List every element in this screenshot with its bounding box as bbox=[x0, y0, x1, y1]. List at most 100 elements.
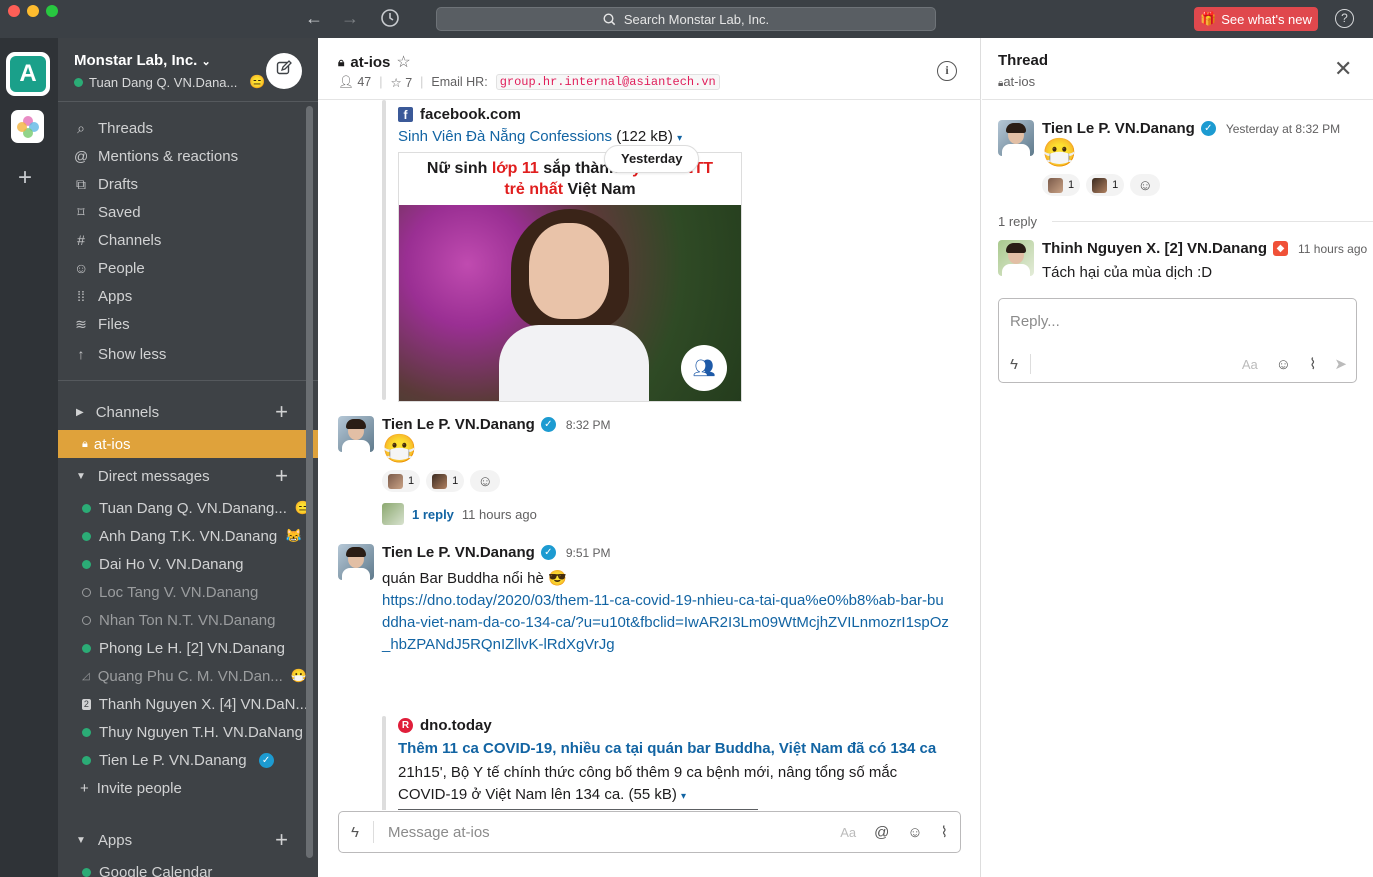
sidebar-item-apps[interactable]: ⁞⁞ Apps bbox=[58, 282, 308, 310]
message-list[interactable]: f facebook.com Sinh Viên Đà Nẵng Confess… bbox=[318, 100, 981, 810]
dm-item[interactable]: Tuan Dang Q. VN.Danang... 😑 bbox=[58, 494, 308, 522]
attachment-clip-icon[interactable]: ⌇ bbox=[1309, 355, 1316, 373]
sidebar-app-google-calendar[interactable]: Google Calendar bbox=[58, 858, 308, 877]
dm-name: Thuy Nguyen T.H. VN.DaNang bbox=[99, 723, 303, 741]
thread-parent-message[interactable]: Tien Le P. VN.Danang ✓ Yesterday at 8:32… bbox=[998, 120, 1358, 200]
lightning-icon[interactable]: ϟ bbox=[351, 824, 359, 841]
add-workspace-icon[interactable]: + bbox=[18, 166, 32, 190]
avatar[interactable] bbox=[338, 544, 374, 580]
dm-item[interactable]: Tien Le P. VN.Danang ✓ bbox=[58, 746, 308, 774]
close-icon[interactable]: ✕ bbox=[1334, 58, 1352, 80]
sidebar-channel-at-ios[interactable]: 🔒︎ at-ios bbox=[58, 430, 318, 458]
history-icon[interactable] bbox=[380, 8, 400, 32]
caret-down-icon[interactable]: ▾ bbox=[677, 133, 682, 144]
team-name[interactable]: Monstar Lab, Inc. ⌄ bbox=[74, 52, 211, 69]
dm-item[interactable]: 2 Thanh Nguyen X. [4] VN.DaN... bbox=[58, 690, 308, 718]
add-dm-icon[interactable]: + bbox=[275, 463, 288, 489]
dm-item[interactable]: Anh Dang T.K. VN.Danang 😹 bbox=[58, 522, 308, 550]
avatar[interactable] bbox=[338, 416, 374, 452]
date-divider[interactable]: Yesterday bbox=[604, 145, 700, 173]
attachment-source: f facebook.com bbox=[398, 106, 521, 123]
sidebar-item-saved[interactable]: ⌑ Saved bbox=[58, 198, 308, 226]
channel-title[interactable]: 🔒︎ at-ios ☆ bbox=[338, 52, 411, 72]
thread-reply-composer[interactable]: Reply... ϟ Aa ☺ ⌇ ➤ bbox=[998, 298, 1357, 383]
sidebar-item-drafts[interactable]: ⧉ Drafts bbox=[58, 170, 308, 198]
forward-arrow-icon[interactable]: → bbox=[341, 8, 359, 28]
attachment-title-link[interactable]: Sinh Viên Đà Nẵng Confessions (122 kB) ▾ bbox=[398, 128, 682, 145]
dm-item[interactable]: Phong Le H. [2] VN.Danang bbox=[58, 634, 308, 662]
format-text-icon[interactable]: Aa bbox=[840, 825, 856, 840]
dno-logo-icon: R bbox=[398, 718, 413, 733]
sidebar-scrollbar[interactable] bbox=[306, 106, 313, 858]
channels-section-header[interactable]: ▶ Channels + bbox=[58, 398, 308, 426]
workspace-secondary[interactable] bbox=[11, 110, 44, 143]
apps-section-header[interactable]: ▼ Apps + bbox=[58, 826, 308, 854]
reaction-chip[interactable]: 1 bbox=[1086, 174, 1125, 196]
timestamp[interactable]: 8:32 PM bbox=[566, 418, 611, 432]
dm-item[interactable]: Dai Ho V. VN.Danang bbox=[58, 550, 308, 578]
pins-button[interactable]: ☆ 7 bbox=[391, 75, 413, 90]
message-link[interactable]: https://dno.today/2020/03/them-11-ca-cov… bbox=[382, 590, 952, 656]
back-arrow-icon[interactable]: ← bbox=[305, 8, 323, 28]
attachment-image[interactable] bbox=[398, 809, 758, 810]
message-item[interactable]: Tien Le P. VN.Danang ✓ 9:51 PM quán Bar … bbox=[338, 544, 958, 674]
workspace-monstar-lab[interactable]: A bbox=[6, 52, 50, 96]
caret-down-icon[interactable]: ▾ bbox=[681, 791, 686, 802]
add-reaction-icon[interactable]: ☺ bbox=[470, 470, 501, 492]
message-item[interactable]: Tien Le P. VN.Danang ✓ 8:32 PM 😷 1 1 ☺ 1… bbox=[338, 416, 958, 528]
mention-icon[interactable]: @ bbox=[874, 824, 889, 841]
timestamp[interactable]: 11 hours ago bbox=[1298, 242, 1367, 256]
timestamp[interactable]: 9:51 PM bbox=[566, 546, 611, 560]
reaction-chip[interactable]: 1 bbox=[382, 470, 421, 492]
sidebar-item-mentions[interactable]: @ Mentions & reactions bbox=[58, 142, 308, 170]
emoji-icon[interactable]: ☺ bbox=[1276, 356, 1291, 373]
author-name[interactable]: Tien Le P. VN.Danang bbox=[1042, 120, 1195, 137]
sidebar-item-people[interactable]: ☺ People bbox=[58, 254, 308, 282]
lightning-icon[interactable]: ϟ bbox=[1010, 356, 1018, 373]
reaction-chip[interactable]: 1 bbox=[426, 470, 465, 492]
dm-item[interactable]: Thuy Nguyen T.H. VN.DaNang bbox=[58, 718, 308, 746]
help-icon[interactable]: ? bbox=[1335, 9, 1354, 28]
message-text: quán Bar Buddha nổi hè 😎 bbox=[382, 570, 567, 587]
reaction-chip[interactable]: 1 bbox=[1042, 174, 1081, 196]
sidebar-item-channels[interactable]: # Channels bbox=[58, 226, 308, 254]
timestamp[interactable]: Yesterday at 8:32 PM bbox=[1226, 122, 1340, 136]
author-name[interactable]: Tien Le P. VN.Danang bbox=[382, 416, 535, 433]
sidebar-item-threads[interactable]: ⌕ Threads bbox=[58, 114, 308, 142]
attachment-clip-icon[interactable]: ⌇ bbox=[941, 823, 948, 841]
add-channel-icon[interactable]: + bbox=[275, 399, 288, 425]
message-composer[interactable]: ϟ Message at-ios Aa @ ☺ ⌇ bbox=[338, 811, 961, 853]
search-input[interactable]: Search Monstar Lab, Inc. bbox=[436, 7, 936, 31]
dm-item[interactable]: Nhan Ton N.T. VN.Danang bbox=[58, 606, 308, 634]
send-icon[interactable]: ➤ bbox=[1334, 355, 1347, 373]
add-app-icon[interactable]: + bbox=[275, 827, 288, 853]
current-user[interactable]: Tuan Dang Q. VN.Dana... 😑 bbox=[74, 74, 266, 90]
channel-info-icon[interactable]: i bbox=[937, 61, 957, 81]
minimize-window-button[interactable] bbox=[27, 5, 39, 17]
avatar[interactable] bbox=[998, 240, 1034, 276]
whats-new-button[interactable]: 🎁 See what's new bbox=[1194, 7, 1318, 31]
thread-reply-message[interactable]: Thinh Nguyen X. [2] VN.Danang ◆ 11 hours… bbox=[998, 240, 1367, 288]
invite-people-link[interactable]: + Invite people bbox=[58, 774, 308, 802]
author-name[interactable]: Thinh Nguyen X. [2] VN.Danang bbox=[1042, 240, 1267, 257]
dm-item[interactable]: ◿ Quang Phu C. M. VN.Dan... 😷 bbox=[58, 662, 308, 690]
emoji-icon[interactable]: ☺ bbox=[907, 824, 922, 841]
format-text-icon[interactable]: Aa bbox=[1242, 357, 1258, 372]
star-icon[interactable]: ☆ bbox=[396, 52, 410, 72]
dm-section-header[interactable]: ▼ Direct messages + bbox=[58, 462, 308, 490]
attachment-image[interactable]: Nữ sinh lớp 11 sắp thành kỹ sư CNTT trẻ … bbox=[398, 152, 742, 402]
zoom-window-button[interactable] bbox=[46, 5, 58, 17]
members-button[interactable]: 👤︎ 47 bbox=[338, 75, 371, 90]
avatar[interactable] bbox=[998, 120, 1034, 156]
thread-channel[interactable]: 🔒︎at-ios bbox=[998, 74, 1035, 89]
message-emoji: 😷 bbox=[1042, 137, 1077, 168]
dm-item[interactable]: Loc Tang V. VN.Danang bbox=[58, 578, 308, 606]
close-window-button[interactable] bbox=[8, 5, 20, 17]
attachment-title-link[interactable]: Thêm 11 ca COVID-19, nhiều ca tại quán b… bbox=[398, 740, 936, 757]
sidebar-item-show-less[interactable]: ↑ Show less bbox=[58, 340, 308, 368]
compose-button[interactable] bbox=[266, 53, 302, 89]
thread-replies[interactable]: 1 reply 11 hours ago bbox=[382, 503, 537, 525]
author-name[interactable]: Tien Le P. VN.Danang bbox=[382, 544, 535, 561]
add-reaction-icon[interactable]: ☺ bbox=[1130, 174, 1161, 196]
sidebar-item-files[interactable]: ≋ Files bbox=[58, 310, 308, 338]
